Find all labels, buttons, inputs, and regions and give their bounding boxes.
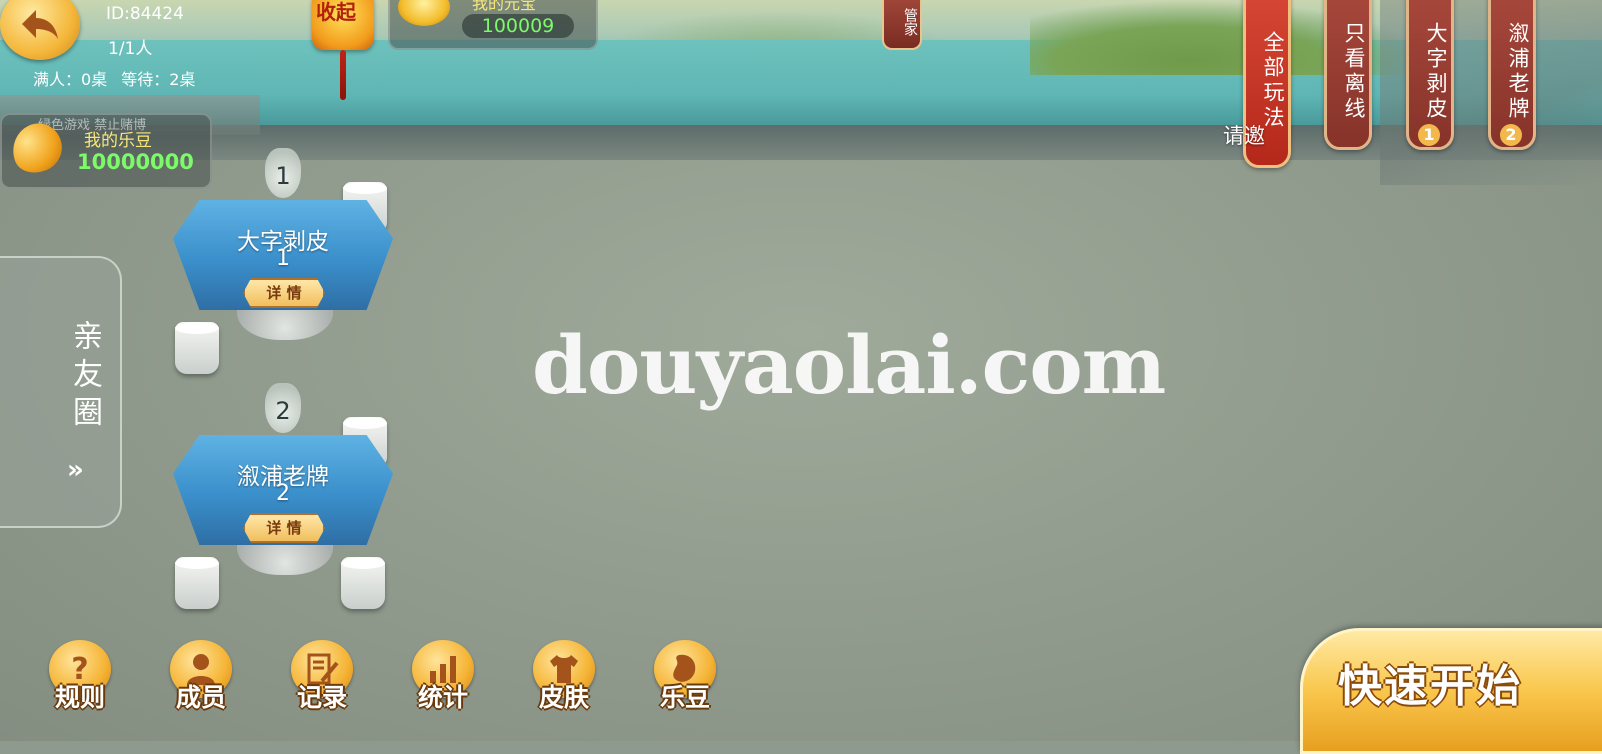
bean-label: 我的乐豆: [84, 131, 152, 151]
skins-button[interactable]: 皮肤: [519, 640, 609, 720]
coin-label: 我的元宝: [472, 0, 537, 13]
filter-offline-only[interactable]: 只看离线: [1324, 0, 1372, 150]
quick-start-label[interactable]: 快速开始: [1338, 650, 1522, 714]
members-label: 成员: [175, 683, 226, 712]
watermark: douyaolai.com: [532, 318, 1166, 412]
back-arrow-icon: [22, 10, 58, 39]
filter-label: 全部玩法: [1261, 31, 1285, 131]
stats-label: 统计: [417, 683, 468, 712]
stool: [175, 557, 219, 609]
lantern-tassel: [340, 50, 346, 100]
full-tables: 满人：0桌: [33, 70, 108, 89]
skins-label: 皮肤: [538, 683, 589, 712]
beans-label: 乐豆: [659, 683, 710, 712]
table-number: 1: [275, 162, 291, 190]
table-index: 1: [276, 246, 290, 271]
filter-count-badge: 1: [1418, 124, 1440, 146]
rules-button[interactable]: ? 规则: [35, 640, 125, 720]
table-number: 2: [275, 397, 291, 425]
collapse-label[interactable]: 收起: [316, 0, 356, 25]
filter-label: 大字剥皮: [1424, 22, 1448, 122]
table-status: 满人：0桌 等待：2桌: [33, 66, 209, 90]
double-chevron-icon: »: [67, 455, 84, 485]
club-id: ID:84424: [106, 4, 184, 24]
stats-button[interactable]: 统计: [398, 640, 488, 720]
members-button[interactable]: 成员: [156, 640, 246, 720]
table-detail-button[interactable]: 详 情: [243, 278, 325, 308]
records-label: 记录: [296, 683, 347, 712]
filter-count-badge: 2: [1500, 124, 1522, 146]
beans-button[interactable]: 乐豆: [640, 640, 730, 720]
friends-circle-label: 亲友圈: [67, 320, 102, 434]
member-count: 1/1人: [108, 39, 153, 59]
table-index: 2: [276, 481, 290, 506]
filter-label: 只看离线: [1342, 22, 1366, 122]
invite-button[interactable]: 请邀: [1223, 120, 1265, 150]
game-table-2[interactable]: 2 溆浦老牌 2 详 情: [165, 383, 400, 615]
table-detail-button[interactable]: 详 情: [243, 513, 325, 543]
game-table-1[interactable]: 1 大字剥皮 1 详 情: [165, 148, 400, 380]
butler-button[interactable]: 管家: [882, 0, 922, 50]
rules-label: 规则: [54, 683, 105, 712]
stool: [175, 322, 219, 374]
waiting-tables: 等待：2桌: [121, 70, 196, 89]
records-button[interactable]: 记录: [277, 640, 367, 720]
coin-value: 100009: [462, 14, 574, 38]
stool: [341, 557, 385, 609]
filter-label: 溆浦老牌: [1506, 22, 1530, 122]
